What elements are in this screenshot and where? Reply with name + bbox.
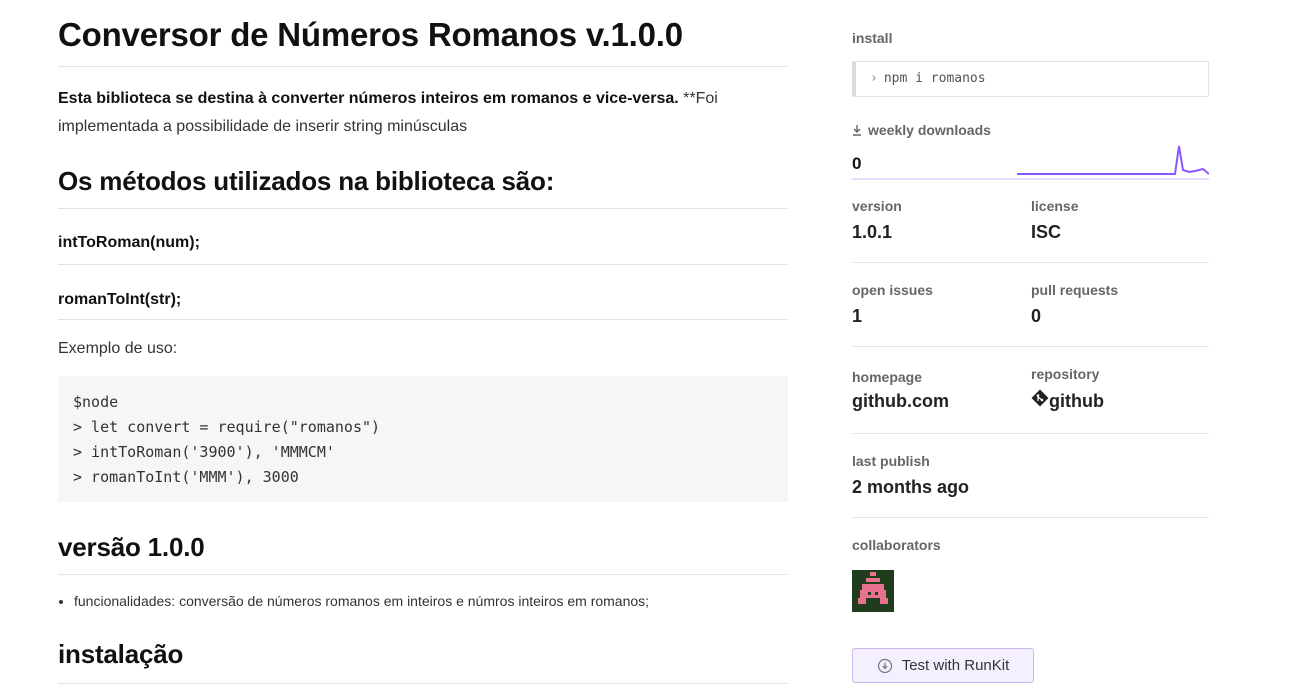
runkit-label[interactable]: Test with RunKit [902,657,1010,674]
license-value: ISC [1031,222,1062,242]
code-line: > intToRoman('3900'), 'MMMCM' [73,443,335,461]
open-issues-cell[interactable]: open issues 1 [852,282,933,327]
code-line: > let convert = require("romanos") [73,418,381,436]
last-publish-cell: last publish 2 months ago [852,453,969,498]
collaborator-avatar[interactable] [852,570,894,612]
repository-link-text[interactable]: github [1049,391,1104,411]
pull-requests-cell[interactable]: pull requests 0 [1031,282,1118,327]
download-icon [853,125,861,136]
pull-requests-label: pull requests [1031,282,1119,298]
code-block: $node > let convert = require("romanos")… [58,376,788,502]
collaborators-label: collaborators [852,537,941,553]
divider [852,262,1209,263]
method-roman-to-int: romanToInt(str); [58,265,788,320]
install-command[interactable]: npm i romanos [884,71,986,86]
install-command-box[interactable]: › npm i romanos [852,61,1209,97]
install-label: install [852,30,893,46]
list-item: funcionalidades: conversão de números ro… [74,591,788,611]
methods-heading: Os métodos utilizados na biblioteca são: [58,166,788,209]
features-list: funcionalidades: conversão de números ro… [58,591,788,611]
downloads-sparkline [1017,145,1209,175]
version-value: 1.0.1 [852,222,893,242]
license-cell: license ISC [1031,198,1078,243]
weekly-downloads-count: 0 [852,154,862,173]
weekly-downloads-label: weekly downloads [852,122,991,138]
version-heading: versão 1.0.0 [58,532,788,575]
install-heading: instalação [58,639,788,684]
code-line: > romanToInt('MMM'), 3000 [73,468,299,486]
code-line: $node [73,393,119,411]
readme-title: Conversor de Números Romanos v.1.0.0 [58,0,788,67]
pull-requests-value[interactable]: 0 [1031,306,1118,327]
last-publish-label: last publish [852,453,930,469]
divider [852,346,1209,347]
method-int-to-roman: intToRoman(num); [58,209,788,265]
homepage-label: homepage [852,369,923,385]
test-with-runkit-button[interactable]: Test with RunKit [852,648,1034,683]
readme-intro: Esta biblioteca se destina à converter n… [58,85,788,141]
git-icon [1031,389,1049,407]
runkit-icon [877,658,892,673]
intro-bold-text: Esta biblioteca se destina à converter n… [58,90,679,107]
last-publish-value: 2 months ago [852,477,970,497]
prompt-chevron-icon: › [870,71,878,86]
version-cell: version 1.0.1 [852,198,902,243]
readme: Conversor de Números Romanos v.1.0.0 Est… [58,0,788,684]
usage-label: Exemplo de uso: [58,340,178,357]
open-issues-value[interactable]: 1 [852,306,933,327]
license-label: license [1031,198,1079,214]
repository-label: repository [1031,366,1100,382]
divider [852,517,1209,518]
version-label: version [852,198,902,214]
homepage-link[interactable]: github.com [852,391,949,412]
repository-cell: repository github [1031,366,1104,412]
divider [852,433,1209,434]
open-issues-label: open issues [852,282,933,298]
repository-link[interactable]: github [1031,389,1104,412]
sparkline-baseline [852,178,1209,180]
homepage-cell: homepage github.com [852,369,949,412]
